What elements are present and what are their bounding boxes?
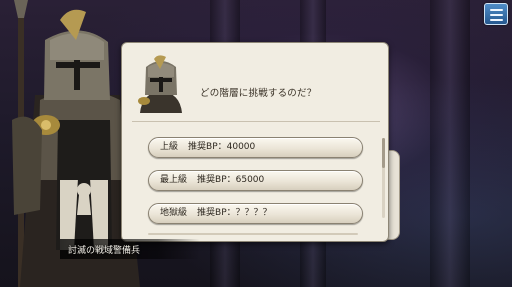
option-button-hell[interactable]: 地獄級 推奨BP：？？？？ [148,203,363,224]
option-bp-label: 推奨BP：40000 [188,142,256,152]
hamburger-menu-icon-line [490,19,503,21]
scrollbar-thumb[interactable] [382,138,385,168]
option-bp-label: 推奨BP：65000 [197,175,265,185]
hamburger-menu-icon [490,9,503,11]
option-level-label: 最上級 [160,175,188,185]
background-pillar [430,0,470,287]
menu-button[interactable] [484,3,508,25]
option-button-expert[interactable]: 最上級 推奨BP：65000 [148,170,363,191]
speaker-name: 討滅の戦域警備兵 [68,246,141,256]
divider [132,121,380,122]
option-level-label: 地獄級 [160,208,188,218]
option-bp-label: 推奨BP：？？？？ [197,208,272,218]
dialog-question: どの階層に挑戦するのだ？ [200,88,317,99]
option-button-advanced[interactable]: 上級 推奨BP：40000 [148,137,363,158]
speaker-nameplate: 討滅の戦域警備兵 [60,239,200,259]
option-level-label: 上級 [160,142,179,152]
list-bottom-divider [148,233,358,235]
dialog-panel: どの階層に挑戦するのだ？ 上級 推奨BP：40000 最上級 推奨BP：65000 … [121,42,389,242]
knight-portrait [134,53,188,115]
hamburger-menu-icon-line [490,14,503,16]
